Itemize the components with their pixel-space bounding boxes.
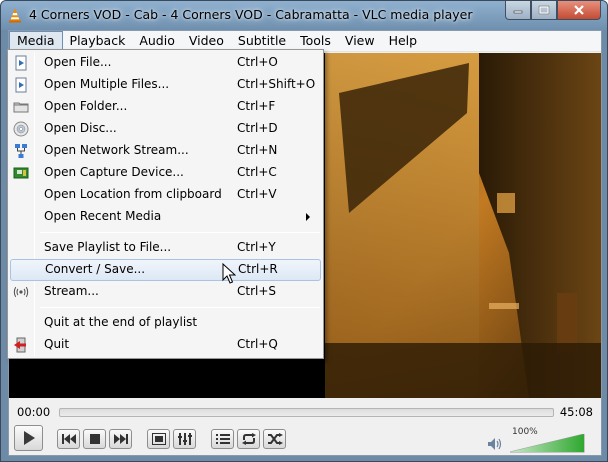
close-button[interactable] — [557, 1, 601, 20]
loop-button[interactable] — [237, 429, 260, 449]
menu-item-label: Open Multiple Files... — [44, 77, 170, 91]
menu-item-label: Open Recent Media — [44, 209, 162, 223]
fullscreen-icon — [151, 433, 166, 445]
menu-item-shortcut: Ctrl+D — [237, 121, 278, 135]
play-button[interactable] — [14, 425, 43, 451]
menu-item-shortcut: Ctrl+F — [237, 99, 276, 113]
seek-bar[interactable] — [59, 408, 554, 417]
menu-item-label: Convert / Save... — [45, 262, 146, 276]
menu-item-quit-end-playlist[interactable]: Quit at the end of playlist — [10, 312, 321, 334]
menu-item-label: Stream... — [44, 284, 99, 298]
play-icon — [23, 431, 35, 445]
menu-item-open-disc[interactable]: Open Disc... Ctrl+D — [10, 118, 321, 140]
capture-card-icon — [13, 167, 29, 179]
shuffle-icon — [267, 433, 283, 445]
menu-item-label: Save Playlist to File... — [44, 240, 172, 254]
menu-view[interactable]: View — [338, 31, 382, 51]
menu-item-shortcut: Ctrl+V — [237, 187, 277, 201]
stop-icon — [89, 434, 100, 444]
menu-item-shortcut: Ctrl+S — [237, 284, 277, 298]
elapsed-time: 00:00 — [17, 405, 51, 419]
menu-item-open-network-stream[interactable]: Open Network Stream... Ctrl+N — [10, 140, 321, 162]
previous-button[interactable] — [57, 429, 80, 449]
menu-media[interactable]: Media — [9, 31, 63, 51]
vlc-cone-icon — [9, 8, 21, 23]
media-menu-dropdown: Open File... Ctrl+O Open Multiple Files.… — [7, 49, 324, 359]
stop-button[interactable] — [83, 429, 106, 449]
menu-item-shortcut: Ctrl+Q — [237, 337, 278, 351]
disc-icon — [13, 121, 29, 137]
previous-icon — [61, 434, 76, 444]
menu-item-open-folder[interactable]: Open Folder... Ctrl+F — [10, 96, 321, 118]
speaker-icon[interactable] — [487, 437, 503, 451]
menu-item-shortcut: Ctrl+Y — [237, 240, 276, 254]
menu-item-open-capture-device[interactable]: Open Capture Device... Ctrl+C — [10, 162, 321, 184]
menu-item-quit[interactable]: Quit Ctrl+Q — [10, 334, 321, 356]
menu-item-shortcut: Ctrl+O — [237, 55, 278, 69]
menu-item-label: Open Capture Device... — [44, 165, 184, 179]
menu-item-label: Quit — [44, 337, 70, 351]
stream-icon — [13, 286, 29, 298]
next-icon — [113, 434, 128, 444]
submenu-arrow-icon — [306, 213, 310, 221]
menu-item-open-multiple-files[interactable]: Open Multiple Files... Ctrl+Shift+O — [10, 74, 321, 96]
window-title: 4 Corners VOD - Cab - 4 Corners VOD - Ca… — [29, 7, 473, 22]
open-file-icon — [15, 55, 27, 71]
total-time: 45:08 — [559, 405, 593, 419]
menu-item-label: Open Disc... — [44, 121, 117, 135]
menu-item-open-file[interactable]: Open File... Ctrl+O — [10, 52, 321, 74]
random-button[interactable] — [263, 429, 286, 449]
maximize-button[interactable] — [531, 1, 557, 20]
fullscreen-button[interactable] — [147, 429, 170, 449]
minimize-icon — [513, 10, 523, 14]
menu-separator — [40, 232, 320, 233]
folder-icon — [13, 102, 29, 113]
mouse-pointer-icon — [222, 263, 236, 284]
menu-video[interactable]: Video — [182, 31, 231, 51]
menu-item-label: Open Folder... — [44, 99, 128, 113]
menu-item-shortcut: Ctrl+Shift+O — [237, 77, 316, 91]
menu-help[interactable]: Help — [382, 31, 425, 51]
quit-icon — [14, 337, 26, 353]
menu-item-stream[interactable]: Stream... Ctrl+S — [10, 281, 321, 303]
playlist-button[interactable] — [211, 429, 234, 449]
menu-item-open-recent-media[interactable]: Open Recent Media — [10, 206, 321, 228]
menu-item-label: Open Location from clipboard — [44, 187, 222, 201]
network-icon — [15, 144, 27, 158]
extended-settings-button[interactable] — [173, 429, 196, 449]
maximize-icon — [538, 5, 550, 15]
minimize-button[interactable] — [505, 1, 531, 20]
menu-item-convert-save[interactable]: Convert / Save... Ctrl+R — [10, 259, 321, 281]
equalizer-icon — [177, 433, 192, 445]
title-bar[interactable]: 4 Corners VOD - Cab - 4 Corners VOD - Ca… — [1, 1, 607, 30]
close-icon — [574, 5, 584, 15]
menu-item-save-playlist[interactable]: Save Playlist to File... Ctrl+Y — [10, 237, 321, 259]
volume-slider[interactable] — [510, 434, 585, 453]
menu-item-label: Quit at the end of playlist — [44, 315, 198, 329]
menu-audio[interactable]: Audio — [132, 31, 182, 51]
controls-panel: 00:00 45:08 100% — [9, 398, 601, 455]
caption-buttons — [505, 1, 601, 21]
playlist-icon — [215, 434, 230, 444]
next-button[interactable] — [109, 429, 132, 449]
loop-icon — [241, 433, 256, 445]
menu-separator — [40, 307, 320, 308]
menu-item-shortcut: Ctrl+N — [237, 143, 278, 157]
menu-item-label: Open File... — [44, 55, 112, 69]
menu-tools[interactable]: Tools — [293, 31, 338, 51]
menu-playback[interactable]: Playback — [63, 31, 133, 51]
menu-item-shortcut: Ctrl+C — [237, 165, 277, 179]
menu-item-open-location-clipboard[interactable]: Open Location from clipboard Ctrl+V — [10, 184, 321, 206]
menu-item-label: Open Network Stream... — [44, 143, 189, 157]
open-multiple-files-icon — [15, 77, 27, 93]
menu-subtitle[interactable]: Subtitle — [231, 31, 293, 51]
menu-item-shortcut: Ctrl+R — [238, 262, 278, 276]
